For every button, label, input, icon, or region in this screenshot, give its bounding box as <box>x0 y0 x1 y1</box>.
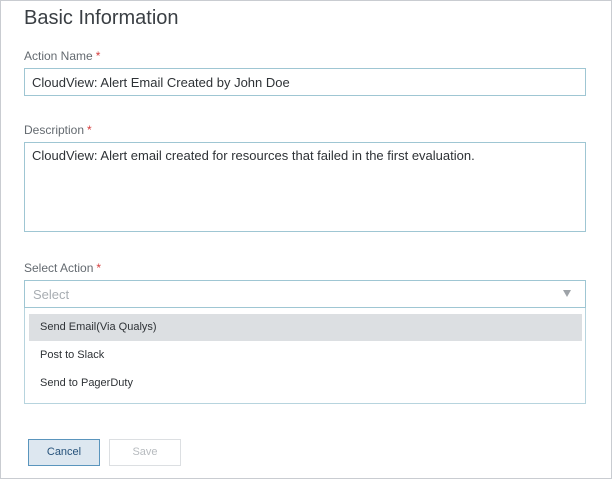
select-placeholder: Select <box>33 287 70 302</box>
section-title: Basic Information <box>24 7 179 29</box>
select-action-dropdown[interactable]: Select <box>24 280 586 308</box>
cancel-button[interactable]: Cancel <box>28 439 100 466</box>
caret-down-icon[interactable] <box>563 290 571 297</box>
description-textarea[interactable]: CloudView: Alert email created for resou… <box>24 142 586 232</box>
required-asterisk: * <box>95 49 101 63</box>
description-label: Description * <box>24 123 92 137</box>
select-action-label-text: Select Action <box>24 261 94 275</box>
required-asterisk: * <box>96 261 102 275</box>
action-name-input[interactable] <box>24 68 586 96</box>
action-name-label-text: Action Name <box>24 49 93 63</box>
select-action-options-list: Send Email(Via Qualys) Post to Slack Sen… <box>24 308 586 404</box>
option-post-to-slack[interactable]: Post to Slack <box>29 342 582 369</box>
option-send-to-pagerduty[interactable]: Send to PagerDuty <box>29 370 582 397</box>
option-label: Send Email(Via Qualys) <box>40 321 157 333</box>
description-label-text: Description <box>24 123 85 137</box>
select-action-label: Select Action * <box>24 261 101 275</box>
option-label: Post to Slack <box>40 349 105 361</box>
basic-information-panel: Basic Information Action Name* Descripti… <box>0 0 612 479</box>
option-send-email[interactable]: Send Email(Via Qualys) <box>29 314 582 341</box>
option-label: Send to PagerDuty <box>40 377 133 389</box>
save-button[interactable]: Save <box>109 439 181 466</box>
action-name-label: Action Name * <box>24 49 100 63</box>
required-asterisk: * <box>87 123 92 137</box>
